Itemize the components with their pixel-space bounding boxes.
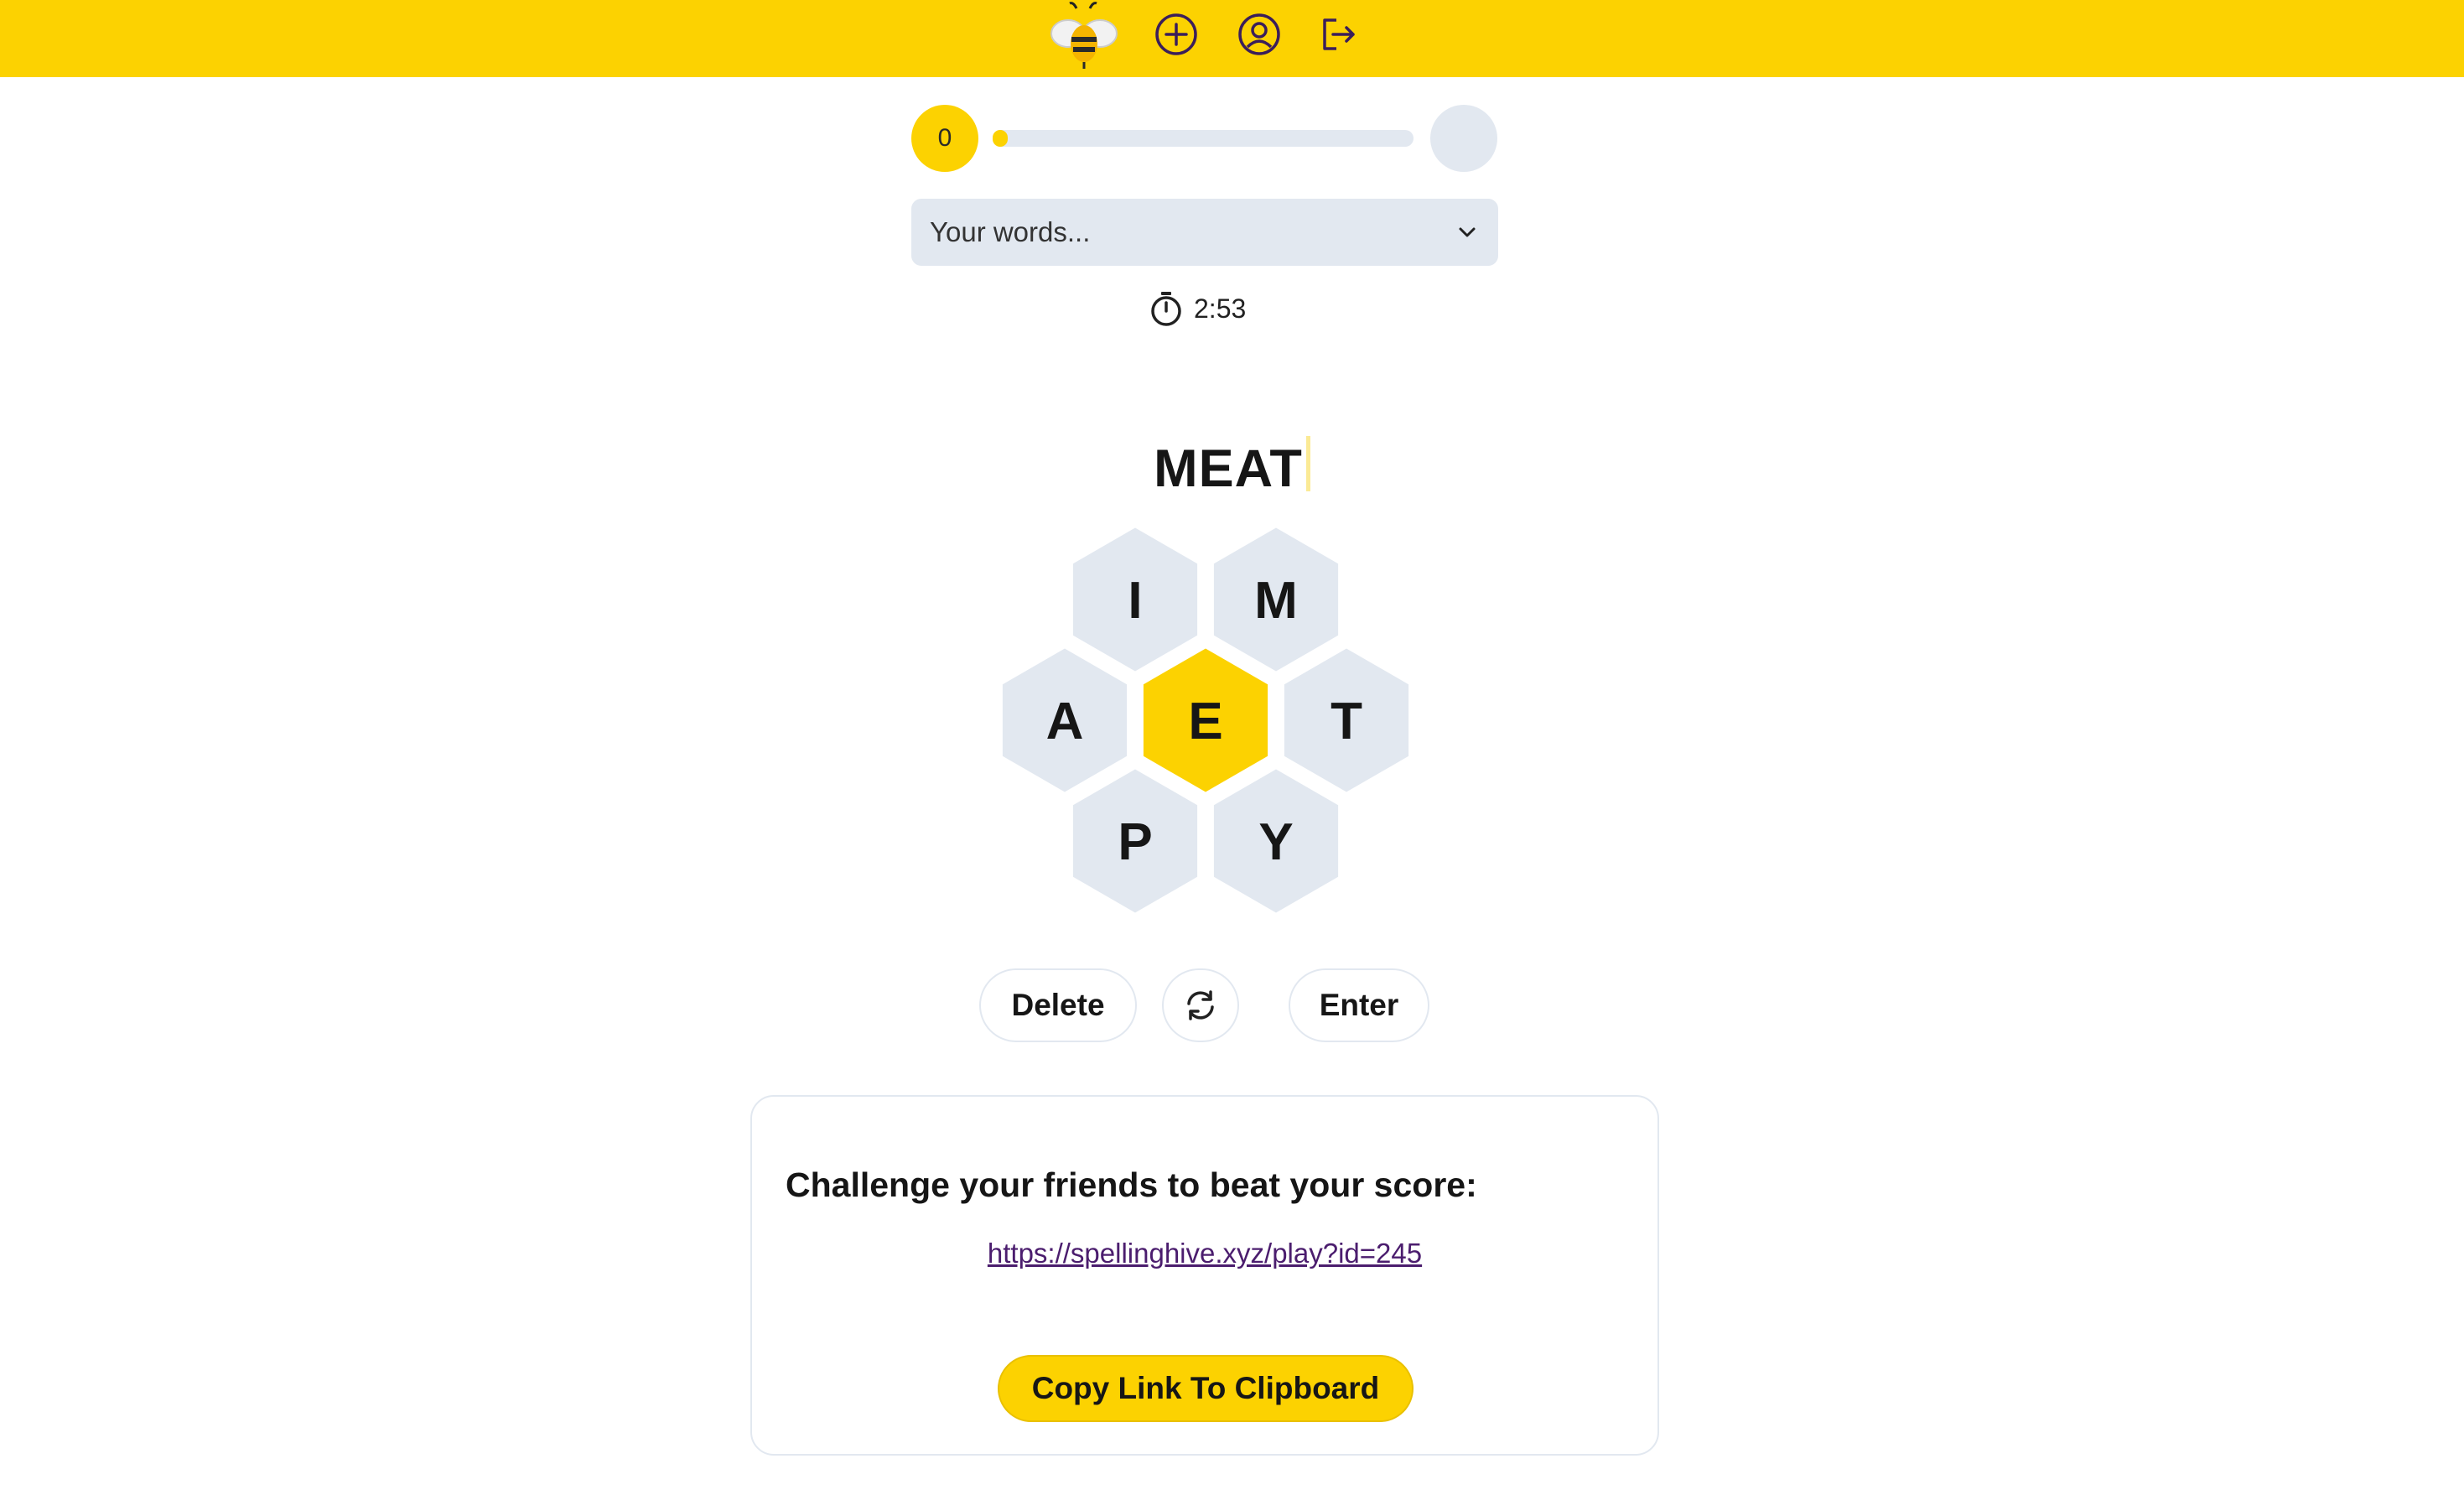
- hive-letter: A: [1046, 693, 1084, 750]
- hive-letter: Y: [1258, 813, 1293, 871]
- copy-link-button[interactable]: Copy Link To Clipboard: [998, 1355, 1414, 1422]
- share-link-text[interactable]: https://spellinghive.xyz/play?id=245: [988, 1238, 1422, 1269]
- hive-letter: T: [1331, 693, 1362, 750]
- enter-button[interactable]: Enter: [1289, 968, 1429, 1042]
- hive-center-cell[interactable]: E: [1138, 642, 1273, 798]
- share-card: Challenge your friends to beat your scor…: [750, 1095, 1659, 1456]
- hive-cell-p[interactable]: P: [1067, 763, 1203, 919]
- hive-letter: E: [1188, 693, 1222, 750]
- hive-letter: P: [1118, 813, 1152, 871]
- shuffle-icon: [1187, 990, 1214, 1020]
- hive-cell-a[interactable]: A: [997, 642, 1133, 798]
- delete-button[interactable]: Delete: [979, 968, 1137, 1042]
- hive-cell-t[interactable]: T: [1279, 642, 1414, 798]
- hive-cell-m[interactable]: M: [1208, 522, 1344, 677]
- hive-letter: M: [1254, 572, 1298, 630]
- enter-label: Enter: [1319, 988, 1399, 1022]
- shuffle-button[interactable]: [1162, 968, 1239, 1042]
- copy-link-label: Copy Link To Clipboard: [1031, 1371, 1380, 1405]
- hive-cell-y[interactable]: Y: [1208, 763, 1344, 919]
- delete-label: Delete: [1011, 988, 1105, 1022]
- hive-letter: I: [1128, 572, 1142, 630]
- share-heading: Challenge your friends to beat your scor…: [786, 1165, 1477, 1204]
- hive-cell-i[interactable]: I: [1067, 522, 1203, 677]
- share-link[interactable]: https://spellinghive.xyz/play?id=245: [752, 1238, 1657, 1269]
